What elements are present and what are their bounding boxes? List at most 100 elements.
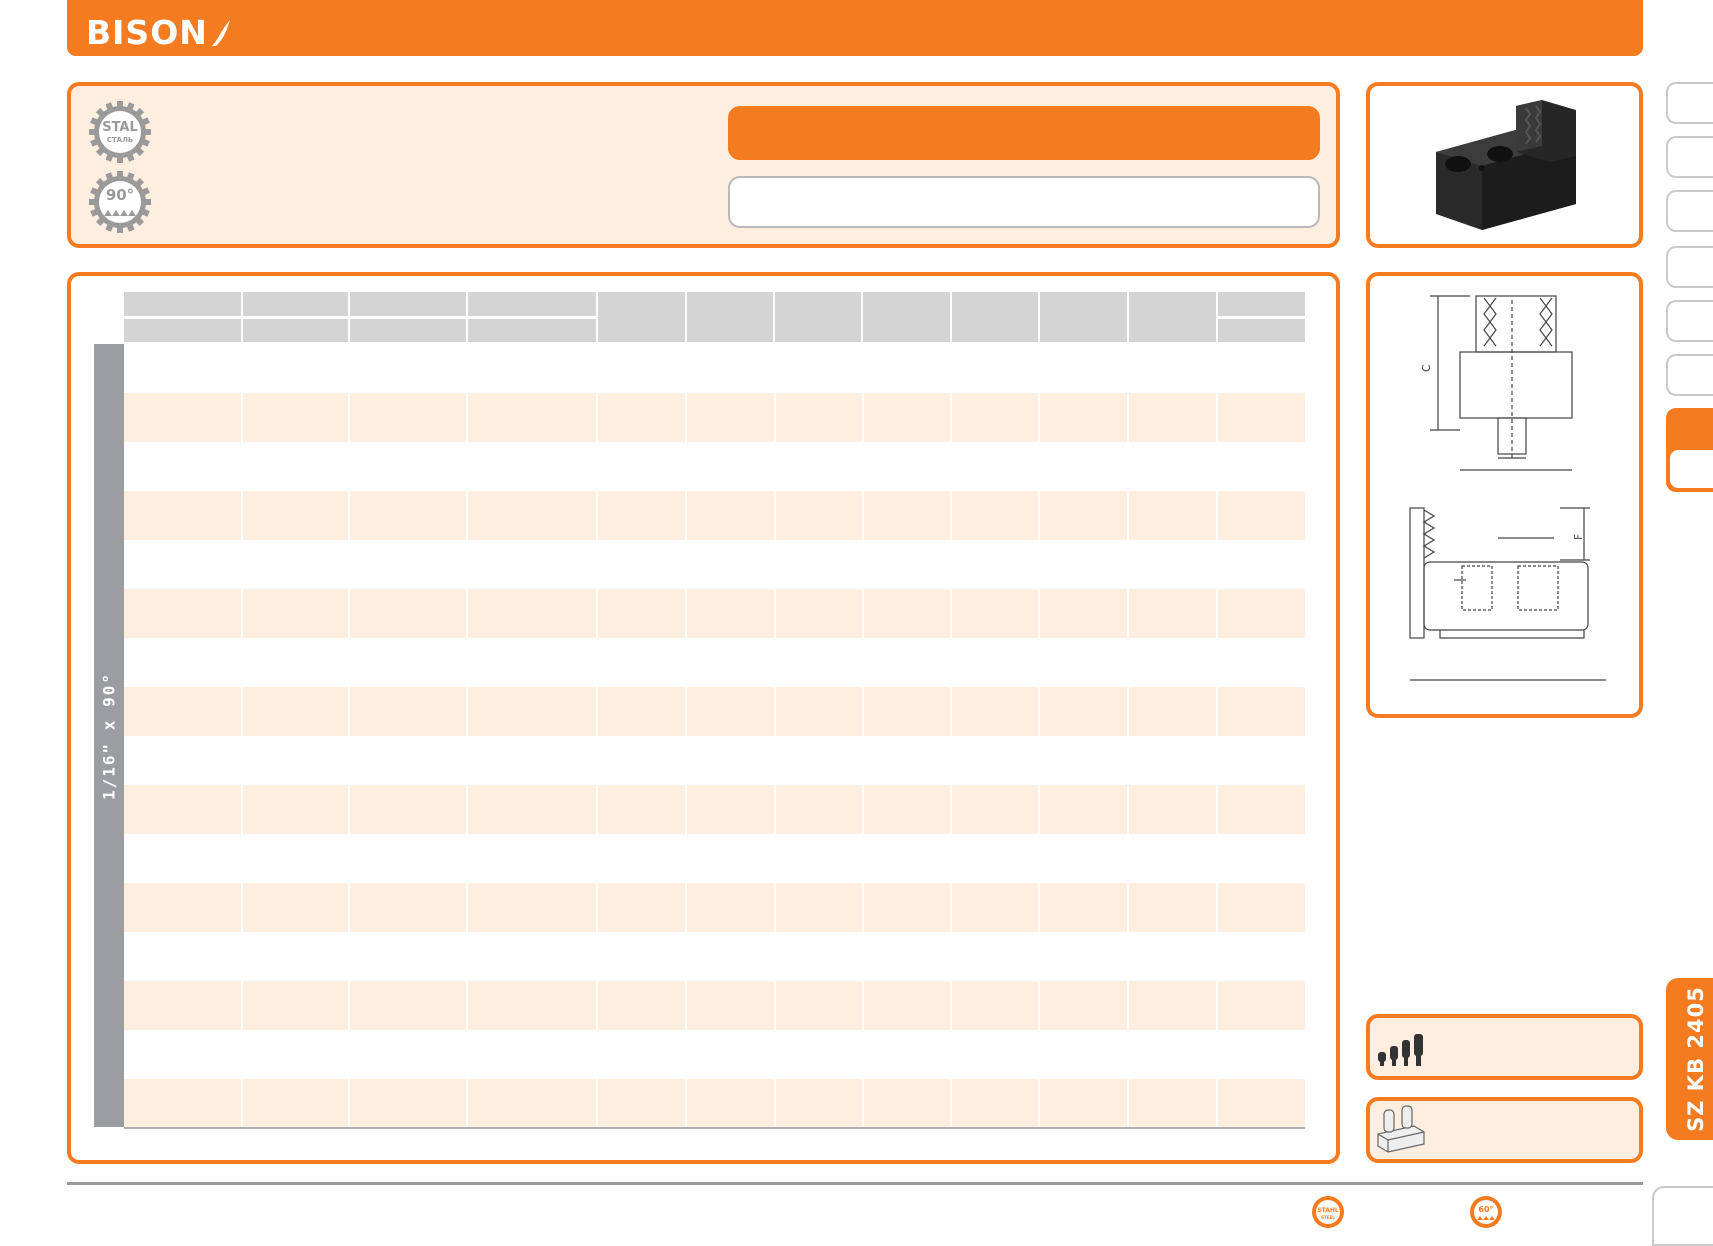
column-separator [1038, 638, 1040, 687]
table-row [124, 442, 1305, 491]
footer-divider [67, 1182, 1643, 1185]
table-row [124, 736, 1305, 785]
column-separator [466, 442, 468, 491]
table-header-cell [952, 292, 1038, 342]
column-separator [1038, 736, 1040, 785]
side-tab-1[interactable] [1666, 82, 1713, 124]
column-separator [348, 883, 350, 932]
column-separator [241, 344, 243, 393]
column-separator [1127, 638, 1129, 687]
bison-logo: BISON [86, 13, 232, 53]
column-separator [348, 834, 350, 883]
table-header-cell [775, 292, 861, 342]
jaw-drawing-image: C F [1409, 295, 1606, 681]
column-separator [1038, 1079, 1040, 1128]
angle-90-badge-icon: 90° [89, 171, 151, 233]
column-separator [596, 442, 598, 491]
column-separator [466, 1030, 468, 1079]
column-separator [1127, 1030, 1129, 1079]
table-row [124, 393, 1305, 442]
table-row [124, 785, 1305, 834]
table-row [124, 981, 1305, 1030]
column-separator [596, 785, 598, 834]
column-separator [466, 981, 468, 1030]
column-separator [596, 883, 598, 932]
table-header-cell [350, 319, 466, 342]
column-separator [1038, 491, 1040, 540]
column-separator [466, 393, 468, 442]
logo-text: BISON [86, 13, 208, 52]
column-separator [1038, 344, 1040, 393]
footer-steel-top: STAHL [1317, 1207, 1339, 1214]
column-separator [774, 442, 776, 491]
column-separator [950, 687, 952, 736]
side-tab-active[interactable] [1666, 408, 1713, 492]
column-separator [1127, 442, 1129, 491]
table-header-cell [243, 319, 348, 342]
column-separator [1216, 344, 1218, 393]
column-separator [241, 540, 243, 589]
column-separator [596, 344, 598, 393]
footer-steel-bottom: STEEL [1321, 1215, 1335, 1220]
column-separator [348, 442, 350, 491]
subtitle-pill [728, 176, 1320, 228]
column-separator [1038, 442, 1040, 491]
column-separator [774, 785, 776, 834]
column-separator [1216, 736, 1218, 785]
column-separator [1127, 491, 1129, 540]
horn-icon [211, 20, 230, 46]
column-separator [1127, 785, 1129, 834]
column-separator [950, 442, 952, 491]
column-separator [862, 883, 864, 932]
side-tab-3[interactable] [1666, 190, 1713, 232]
column-separator [862, 932, 864, 981]
column-separator [241, 1079, 243, 1128]
column-separator [1127, 344, 1129, 393]
column-separator [774, 736, 776, 785]
column-separator [1216, 638, 1218, 687]
column-separator [862, 638, 864, 687]
column-separator [685, 883, 687, 932]
thread-type-side-label: 1/16" x 90° [94, 344, 124, 1127]
column-separator [862, 981, 864, 1030]
column-separator [241, 687, 243, 736]
column-separator [1038, 687, 1040, 736]
column-separator [685, 1079, 687, 1128]
column-separator [348, 540, 350, 589]
column-separator [596, 736, 598, 785]
side-tab-4[interactable] [1666, 246, 1713, 288]
table-header-cell [243, 292, 348, 316]
table-row [124, 1030, 1305, 1079]
table-header-cell [468, 292, 596, 316]
column-separator [1038, 589, 1040, 638]
angle-badge-text: 90° [106, 186, 134, 204]
column-separator [1216, 491, 1218, 540]
side-tab-6[interactable] [1666, 354, 1713, 396]
column-separator [950, 589, 952, 638]
column-separator [1216, 883, 1218, 932]
jaw-photo-image [1436, 100, 1576, 230]
column-separator [466, 491, 468, 540]
column-separator [241, 1030, 243, 1079]
column-separator [950, 736, 952, 785]
column-separator [1216, 834, 1218, 883]
side-tab-5[interactable] [1666, 300, 1713, 342]
column-separator [466, 834, 468, 883]
column-separator [1127, 589, 1129, 638]
catalog-code-tab: SZ KB 2405 [1666, 978, 1713, 1140]
bottom-corner-tab[interactable] [1652, 1186, 1713, 1246]
column-separator [348, 687, 350, 736]
column-separator [466, 883, 468, 932]
column-separator [950, 785, 952, 834]
table-header-cell [1040, 292, 1127, 342]
column-separator [466, 932, 468, 981]
column-separator [950, 491, 952, 540]
column-separator [348, 393, 350, 442]
column-separator [241, 736, 243, 785]
side-tab-2[interactable] [1666, 136, 1713, 178]
column-separator [1127, 687, 1129, 736]
steel-badge-bottom: СТАЛЬ [107, 136, 133, 144]
column-separator [1127, 393, 1129, 442]
column-separator [1216, 1079, 1218, 1128]
column-separator [862, 1030, 864, 1079]
